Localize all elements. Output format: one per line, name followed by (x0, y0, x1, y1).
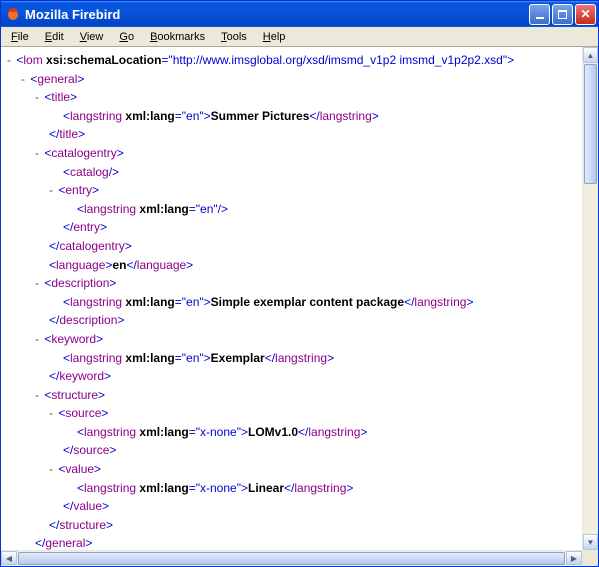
xml-line: </catalogentry> (7, 237, 576, 256)
vertical-scrollbar[interactable]: ▲ ▼ (582, 47, 598, 550)
xml-line: </structure> (7, 516, 576, 535)
menu-file[interactable]: File (5, 29, 35, 45)
content-area: - <lom xsi:schemaLocation="http://www.im… (1, 47, 598, 566)
menu-help[interactable]: Help (257, 29, 292, 45)
xml-line: </general> (7, 534, 576, 550)
xml-line: <langstring xml:lang="x-none">LOMv1.0</l… (7, 423, 576, 442)
scroll-left-button[interactable]: ◀ (1, 551, 17, 565)
xml-view: - <lom xsi:schemaLocation="http://www.im… (1, 47, 582, 550)
xml-line: </entry> (7, 218, 576, 237)
xml-line: </keyword> (7, 367, 576, 386)
xml-line: </title> (7, 125, 576, 144)
horizontal-scrollbar[interactable]: ◀ ▶ (1, 550, 582, 566)
scroll-down-button[interactable]: ▼ (583, 534, 598, 550)
scroll-right-button[interactable]: ▶ (566, 551, 582, 565)
titlebar[interactable]: Mozilla Firebird ✕ (1, 1, 598, 27)
maximize-button[interactable] (552, 4, 573, 25)
menu-view[interactable]: View (74, 29, 110, 45)
xml-line: - <source> (7, 404, 576, 423)
xml-line: </description> (7, 311, 576, 330)
menu-tools[interactable]: Tools (215, 29, 253, 45)
xml-line: - <structure> (7, 386, 576, 405)
xml-line: - <description> (7, 274, 576, 293)
close-button[interactable]: ✕ (575, 4, 596, 25)
menu-go[interactable]: Go (113, 29, 140, 45)
xml-line: <language>en</language> (7, 256, 576, 275)
xml-line: - <value> (7, 460, 576, 479)
menu-edit[interactable]: Edit (39, 29, 70, 45)
window-title: Mozilla Firebird (25, 7, 120, 22)
xml-line: - <lom xsi:schemaLocation="http://www.im… (7, 51, 576, 70)
xml-line: - <keyword> (7, 330, 576, 349)
xml-line: <langstring xml:lang="en"/> (7, 200, 576, 219)
menu-bookmarks[interactable]: Bookmarks (144, 29, 211, 45)
xml-line: <langstring xml:lang="en">Exemplar</lang… (7, 349, 576, 368)
xml-line: - <entry> (7, 181, 576, 200)
horizontal-scroll-thumb[interactable] (18, 552, 565, 565)
xml-line: - <catalogentry> (7, 144, 576, 163)
window-controls: ✕ (529, 4, 596, 25)
xml-line: <catalog/> (7, 163, 576, 182)
xml-line: - <title> (7, 88, 576, 107)
xml-line: </value> (7, 497, 576, 516)
vertical-scroll-thumb[interactable] (584, 64, 597, 184)
app-icon (5, 6, 21, 22)
scrollbar-corner (582, 550, 598, 566)
xml-line: <langstring xml:lang="x-none">Linear</la… (7, 479, 576, 498)
xml-line: </source> (7, 441, 576, 460)
xml-line: - <general> (7, 70, 576, 89)
menubar: File Edit View Go Bookmarks Tools Help (1, 27, 598, 47)
app-window: Mozilla Firebird ✕ File Edit View Go Boo… (0, 0, 599, 567)
xml-line: <langstring xml:lang="en">Simple exempla… (7, 293, 576, 312)
scroll-up-button[interactable]: ▲ (583, 47, 598, 63)
minimize-button[interactable] (529, 4, 550, 25)
xml-line: <langstring xml:lang="en">Summer Picture… (7, 107, 576, 126)
